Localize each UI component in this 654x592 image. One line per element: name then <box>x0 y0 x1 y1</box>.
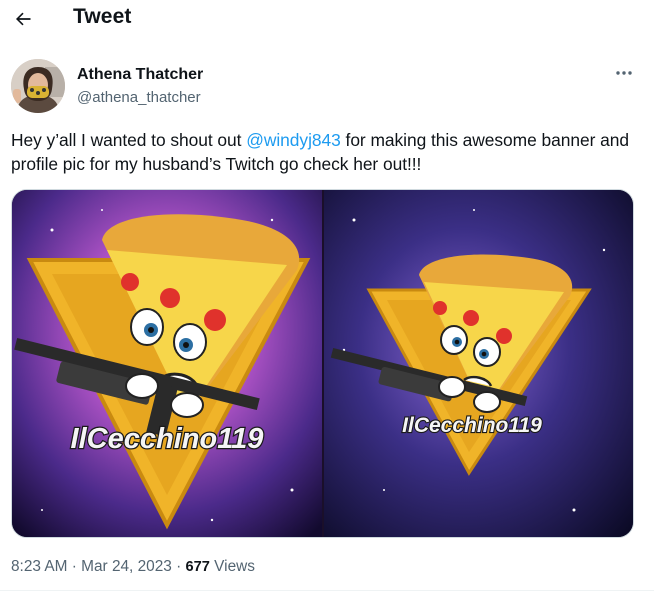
avatar-image <box>11 59 65 113</box>
tweet-image[interactable]: IlCecchino119 <box>12 190 322 537</box>
meta-separator: · <box>67 558 82 575</box>
tweet-header: Tweet <box>0 0 654 38</box>
tweet-meta: 8:23 AM · Mar 24, 2023 · 677 Views <box>11 558 255 576</box>
back-button[interactable] <box>10 6 36 32</box>
view-count: 677 <box>185 559 210 575</box>
tweet-date[interactable]: Mar 24, 2023 <box>81 558 172 575</box>
tweet-time[interactable]: 8:23 AM <box>11 558 67 575</box>
tweet-text: Hey y’all I wanted to shout out @windyj8… <box>11 128 636 176</box>
tweet-image[interactable]: IlCecchino119 <box>324 190 633 537</box>
mention-link[interactable]: @windyj843 <box>246 130 341 150</box>
logo-text: IlCecchino119 <box>71 423 264 455</box>
pizza-banner-image: IlCecchino119 <box>12 190 322 537</box>
logo-text: IlCecchino119 <box>402 414 542 437</box>
views-label: Views <box>209 558 255 575</box>
author-name[interactable]: Athena Thatcher <box>77 66 203 84</box>
author-handle[interactable]: @athena_thatcher <box>77 89 201 106</box>
meta-separator: · <box>171 558 186 575</box>
more-icon <box>616 71 632 75</box>
tweet-text-part: Hey y’all I wanted to shout out <box>11 130 247 150</box>
tweet-media: IlCecchino119 IlCecchino119 <box>11 189 634 538</box>
page-title: Tweet <box>73 5 132 28</box>
more-options-button[interactable] <box>612 63 636 83</box>
avatar[interactable] <box>11 59 65 113</box>
arrow-left-icon <box>16 12 31 26</box>
pizza-profile-image: IlCecchino119 <box>324 190 633 537</box>
divider <box>0 590 654 591</box>
